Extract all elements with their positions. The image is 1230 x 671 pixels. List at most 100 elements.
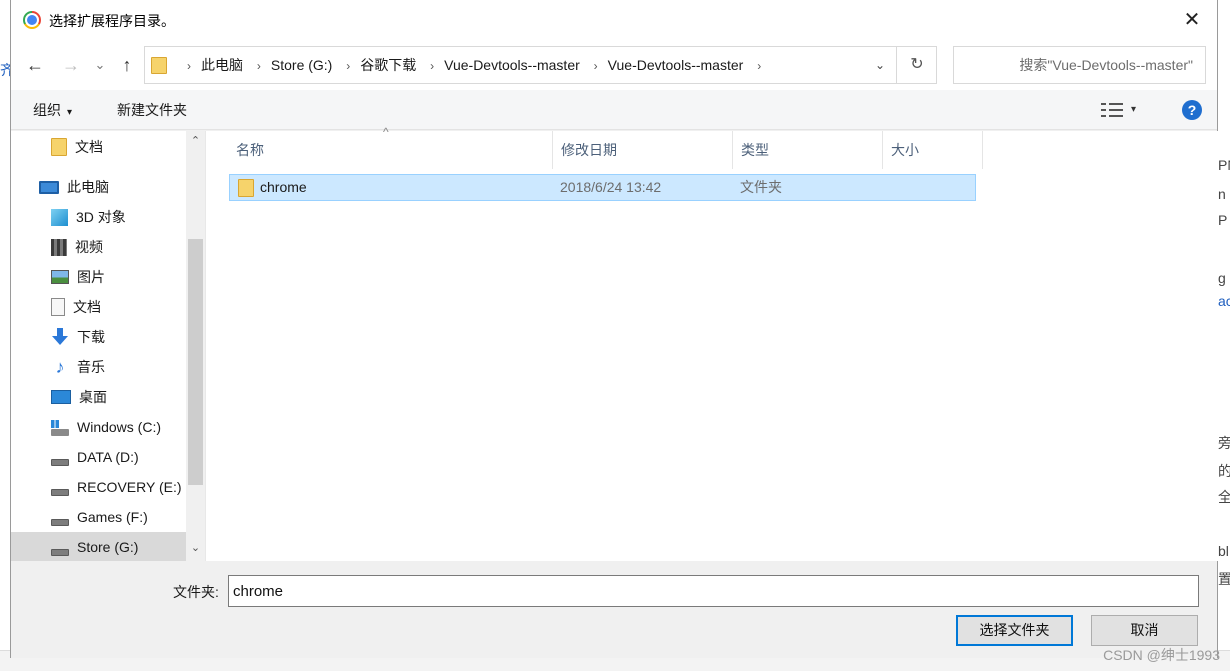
breadcrumb-separator[interactable]: › — [187, 48, 191, 84]
background-text: 的 — [1218, 463, 1230, 479]
sidebar-item-label: DATA (D:) — [77, 449, 139, 465]
sidebar-item-desktop[interactable]: 桌面 — [51, 382, 107, 412]
desktop-icon — [51, 390, 71, 405]
drive-icon — [51, 488, 69, 496]
background-text: ac — [1218, 293, 1230, 309]
command-toolbar: 组织 ▾ 新建文件夹 ▾ ? — [11, 90, 1217, 130]
title-bar: 选择扩展程序目录。 ✕ — [11, 0, 1217, 40]
sidebar-item-downloads[interactable]: 下载 — [51, 322, 105, 352]
search-placeholder: 搜索"Vue-Devtools--master" — [1019, 57, 1193, 73]
sidebar-item-label: 音乐 — [77, 359, 105, 375]
file-modified: 2018/6/24 13:42 — [560, 179, 662, 195]
up-button[interactable]: ↑ — [115, 52, 139, 78]
sidebar-item-documents-quick[interactable]: 文档 — [51, 132, 103, 162]
video-icon — [51, 238, 67, 256]
organize-menu[interactable]: 组织 ▾ — [33, 90, 72, 130]
sidebar-item-label: 下载 — [77, 329, 105, 345]
file-type: 文件夹 — [740, 179, 782, 195]
sidebar-item-label: 桌面 — [79, 389, 107, 405]
background-text: P — [1218, 212, 1228, 228]
sidebar-item-drive-c[interactable]: Windows (C:) — [51, 412, 161, 442]
scroll-down-button[interactable]: ⌄ — [186, 541, 205, 561]
file-list: ^ 名称 修改日期 类型 大小 chrome 2018/6/24 13:42 文… — [205, 125, 1218, 561]
sidebar-item-label: 文档 — [75, 139, 103, 155]
folder-icon — [151, 57, 167, 74]
breadcrumb-item[interactable]: 此电脑 — [201, 47, 243, 83]
background-text: PN — [1218, 157, 1230, 173]
cancel-button[interactable]: 取消 — [1091, 615, 1198, 646]
caret-down-icon: ▾ — [67, 107, 73, 118]
drive-icon — [51, 548, 69, 556]
sidebar-item-label: Windows (C:) — [77, 419, 162, 435]
sidebar-item-drive-g[interactable]: Store (G:) — [11, 532, 186, 561]
breadcrumb-item[interactable]: Vue-Devtools--master — [608, 47, 744, 83]
documents-icon — [51, 298, 65, 317]
address-dropdown-button[interactable]: ⌄ — [865, 47, 895, 83]
address-bar[interactable]: › 此电脑 › Store (G:) › 谷歌下载 › Vue-Devtools--ma… — [144, 46, 937, 84]
file-row[interactable]: chrome 2018/6/24 13:42 文件夹 — [229, 174, 976, 201]
scrollbar-thumb[interactable] — [188, 239, 203, 485]
sidebar-item-drive-e[interactable]: RECOVERY (E:) — [51, 472, 182, 502]
windows-drive-icon — [51, 419, 69, 436]
breadcrumb-item[interactable]: Store (G:) — [271, 47, 332, 83]
sidebar-item-drive-d[interactable]: DATA (D:) — [51, 442, 139, 472]
back-button[interactable]: ← — [23, 52, 47, 78]
dialog-footer: 文件夹: 选择文件夹 取消 — [11, 561, 1217, 658]
navigation-pane: 文档 此电脑 3D 对象 视频 图片 文档 下载 ♪ 音乐 桌面 Windows … — [11, 131, 205, 561]
forward-button[interactable]: → — [59, 52, 83, 78]
file-name: chrome — [260, 179, 307, 195]
sidebar-item-label: 3D 对象 — [76, 209, 126, 225]
folder-icon — [238, 179, 254, 197]
new-folder-button[interactable]: 新建文件夹 — [117, 90, 187, 130]
background-page: PN n P g ac 旁 的 全 bl 置 — [1218, 0, 1230, 671]
background-text: bl — [1218, 543, 1229, 559]
sidebar-item-label: 此电脑 — [67, 179, 109, 195]
background-text: n — [1218, 186, 1226, 202]
breadcrumb-item[interactable]: 谷歌下载 — [360, 47, 416, 83]
music-icon: ♪ — [55, 357, 65, 378]
view-menu-caret[interactable]: ▾ — [1131, 90, 1136, 130]
background-text: g — [1218, 270, 1226, 286]
recent-locations-button[interactable]: ⌄ — [91, 52, 109, 78]
breadcrumb-separator[interactable]: › — [346, 48, 350, 84]
breadcrumb-separator[interactable]: › — [594, 48, 598, 84]
column-header-type[interactable]: 类型 — [733, 131, 883, 169]
scroll-up-button[interactable]: ⌃ — [186, 134, 205, 154]
folder-picker-dialog: 选择扩展程序目录。 ✕ ← → ⌄ ↑ › 此电脑 › Store (G:) › 谷歌… — [10, 0, 1218, 658]
close-button[interactable]: ✕ — [1177, 6, 1207, 34]
sidebar-item-pictures[interactable]: 图片 — [51, 262, 105, 292]
breadcrumb-separator[interactable]: › — [757, 48, 761, 84]
sidebar-item-videos[interactable]: 视频 — [51, 232, 103, 262]
sidebar-item-drive-f[interactable]: Games (F:) — [51, 502, 148, 532]
navigation-scrollbar[interactable]: ⌃ ⌄ — [186, 131, 205, 561]
3d-objects-icon — [51, 208, 68, 226]
select-folder-button[interactable]: 选择文件夹 — [956, 615, 1073, 646]
folder-icon — [51, 138, 67, 157]
pictures-icon — [51, 270, 69, 285]
drive-icon — [51, 458, 69, 466]
organize-label: 组织 — [33, 102, 61, 118]
sidebar-item-documents[interactable]: 文档 — [51, 292, 101, 322]
sidebar-item-label: Store (G:) — [77, 539, 139, 555]
breadcrumb-item[interactable]: Vue-Devtools--master — [444, 47, 580, 83]
download-icon — [51, 328, 69, 346]
refresh-button[interactable]: ↻ — [896, 47, 937, 83]
view-options-icon[interactable] — [1101, 102, 1123, 118]
sidebar-item-label: Games (F:) — [77, 509, 148, 525]
column-header-modified[interactable]: 修改日期 — [553, 131, 733, 169]
folder-name-input[interactable] — [228, 575, 1199, 607]
chrome-icon — [23, 11, 41, 29]
help-icon[interactable]: ? — [1182, 100, 1202, 120]
sidebar-item-label: RECOVERY (E:) — [77, 479, 182, 495]
folder-label: 文件夹: — [173, 584, 219, 600]
breadcrumb: › 此电脑 › Store (G:) › 谷歌下载 › Vue-Devtools--ma… — [177, 47, 771, 83]
breadcrumb-separator[interactable]: › — [257, 48, 261, 84]
column-header-name[interactable]: 名称 — [228, 131, 553, 169]
breadcrumb-separator[interactable]: › — [430, 48, 434, 84]
sidebar-item-music[interactable]: ♪ 音乐 — [51, 352, 106, 382]
search-box[interactable]: 搜索"Vue-Devtools--master" — [953, 46, 1206, 84]
column-header-size[interactable]: 大小 — [883, 131, 983, 169]
sidebar-item-this-pc[interactable]: 此电脑 — [39, 172, 109, 202]
sidebar-item-3d-objects[interactable]: 3D 对象 — [51, 202, 126, 232]
background-text: 全 — [1218, 489, 1230, 505]
